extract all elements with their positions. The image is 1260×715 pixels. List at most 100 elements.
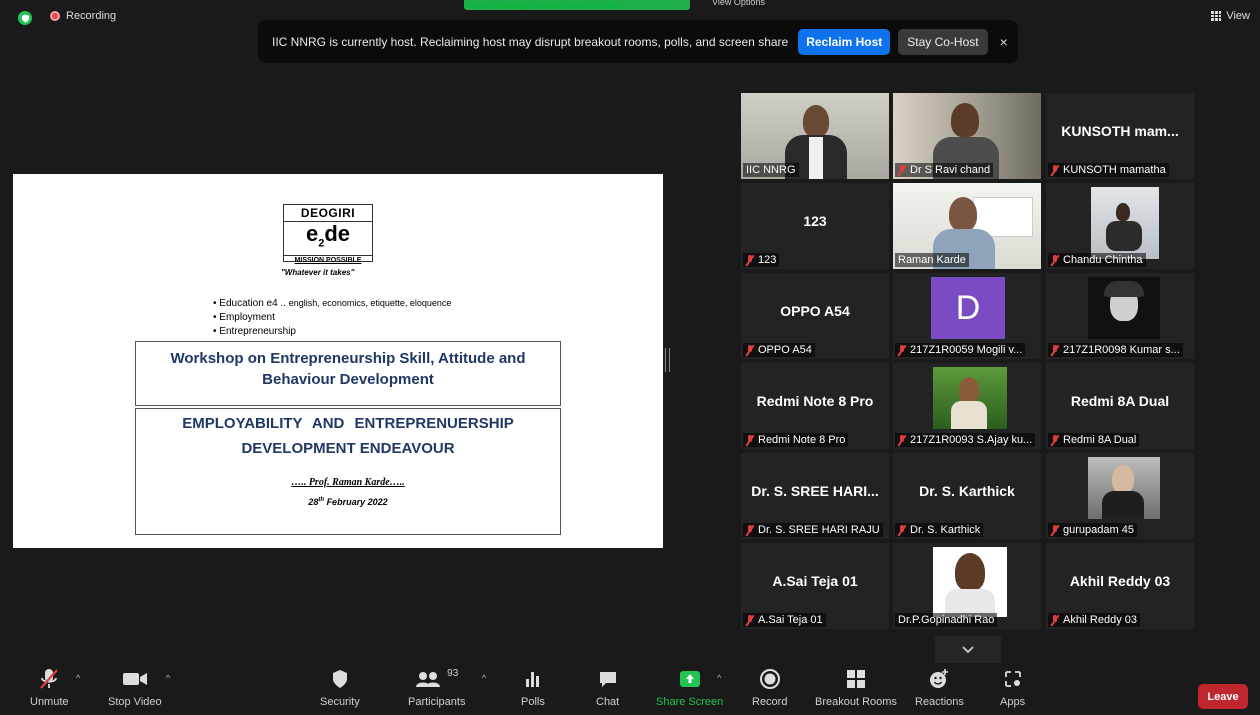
participant-display-name: A.Sai Teja 01 [772,573,858,589]
participant-tile[interactable]: IIC NNRG [741,93,889,179]
participants-button[interactable]: 93 Participants [408,667,466,709]
chevron-down-icon [962,646,974,654]
muted-mic-icon [746,344,754,356]
unmute-label: Unmute [30,696,69,708]
program-title-box: EMPLOYABILITY AND ENTREPRENUERSHIP DEVEL… [135,408,561,535]
breakout-rooms-label: Breakout Rooms [815,696,897,708]
participant-tile[interactable]: 123 123 [741,183,889,269]
participant-name-label: IIC NNRG [743,163,799,177]
reactions-label: Reactions [915,696,964,708]
muted-mic-icon [746,524,754,536]
participant-display-name: Redmi 8A Dual [1070,393,1170,409]
participant-name-label: gurupadam 45 [1048,523,1137,537]
muted-mic-icon [746,434,754,446]
participant-tile[interactable]: A.Sai Teja 01 A.Sai Teja 01 [741,543,889,629]
participant-tile[interactable]: Dr. S. Karthick Dr. S. Karthick [893,453,1041,539]
participant-name-label: Redmi Note 8 Pro [743,433,849,447]
share-screen-icon [656,667,723,691]
breakout-rooms-icon [815,667,897,691]
shared-screen-slide: DEOGIRI e2de MISSION POSSIBLE "Whatever … [13,174,663,548]
gallery-next-page-button[interactable] [935,636,1001,664]
logo-top-text: DEOGIRI [284,205,372,222]
participant-display-name: Dr. S. SREE HARI... [751,483,879,499]
slide-tagline: "Whatever it takes" [281,268,355,277]
participant-display-name: 123 [803,213,827,229]
recording-label: Recording [66,10,117,22]
recording-dot-icon [50,11,60,21]
record-label: Record [752,696,788,708]
participant-name-label: Dr. S. Karthick [895,523,984,537]
participant-tile[interactable]: D 217Z1R0059 Mogili v... [893,273,1041,359]
bullet-item: • Education e4 .. english, economics, et… [213,298,452,309]
smiley-plus-icon [915,667,964,691]
participant-name-label: 217Z1R0098 Kumar s... [1048,343,1183,357]
view-button[interactable]: View [1211,10,1250,22]
encryption-shield-icon[interactable] [18,11,32,25]
breakout-rooms-button[interactable]: Breakout Rooms [815,667,897,708]
presenter-name: ….. Prof. Raman Karde….. [291,477,405,488]
deogiri-e2de-logo: DEOGIRI e2de MISSION POSSIBLE [283,204,373,264]
participants-options-caret[interactable]: ^ [482,673,486,683]
shield-icon [320,667,360,691]
participant-name-label: Redmi 8A Dual [1048,433,1140,447]
muted-mic-icon [898,164,906,176]
participant-name-label: A.Sai Teja 01 [743,613,826,627]
muted-mic-icon [898,524,906,536]
share-options-caret[interactable]: ^ [717,673,721,683]
participant-tile[interactable]: Raman Karde [893,183,1041,269]
logo-bottom-text: MISSION POSSIBLE [284,255,372,264]
audio-options-caret[interactable]: ^ [76,673,80,683]
meeting-toolbar: Unmute ^ Stop Video ^ Security 93 Partic… [0,663,1260,715]
participants-label: Participants [408,696,466,708]
participant-tile[interactable]: KUNSOTH mam... KUNSOTH mamatha [1046,93,1194,179]
view-options-button[interactable]: View Options [712,0,765,10]
recording-indicator[interactable]: Recording [50,10,116,22]
banner-message: IIC NNRG is currently host. Reclaiming h… [272,34,789,49]
microphone-muted-icon [30,667,69,691]
participant-display-name: Akhil Reddy 03 [1069,573,1171,589]
video-options-caret[interactable]: ^ [166,673,170,683]
reactions-button[interactable]: Reactions [915,667,964,708]
participant-tile[interactable]: OPPO A54 OPPO A54 [741,273,889,359]
participant-name-label: Chandu Chintha [1048,253,1146,267]
record-icon [752,667,787,691]
participant-tile[interactable]: Dr S Ravi chand [893,93,1041,179]
muted-mic-icon [746,614,754,626]
participant-tile[interactable]: Dr. S. SREE HARI... Dr. S. SREE HARI RAJU [741,453,889,539]
unmute-button[interactable]: Unmute [30,667,69,708]
participant-name-label: Akhil Reddy 03 [1048,613,1140,627]
participant-tile[interactable]: Redmi Note 8 Pro Redmi Note 8 Pro [741,363,889,449]
split-resize-handle[interactable] [665,348,670,372]
logo-mid-text: e2de [305,221,351,250]
host-reclaim-banner: IIC NNRG is currently host. Reclaiming h… [258,20,1018,63]
security-button[interactable]: Security [320,667,360,708]
muted-mic-icon [1051,614,1059,626]
participants-icon: 93 [408,667,465,691]
grid-icon [1211,11,1222,21]
participant-name-label: 217Z1R0093 S.Ajay ku... [895,433,1036,447]
apps-button[interactable]: Apps [1000,667,1025,708]
participant-tile[interactable]: Chandu Chintha [1046,183,1194,269]
polls-label: Polls [521,696,545,708]
polls-button[interactable]: Polls [521,667,545,708]
chat-bubble-icon [596,667,619,691]
participant-tile[interactable]: Akhil Reddy 03 Akhil Reddy 03 [1046,543,1194,629]
participant-name-label: KUNSOTH mamatha [1048,163,1169,177]
muted-mic-icon [1051,254,1059,266]
participant-display-name: Dr. S. Karthick [919,483,1015,499]
record-button[interactable]: Record [752,667,787,708]
stay-cohost-button[interactable]: Stay Co-Host [898,28,988,55]
reclaim-host-button[interactable]: Reclaim Host [798,28,891,55]
stop-video-button[interactable]: Stop Video [108,667,162,708]
leave-button[interactable]: Leave [1198,684,1248,709]
muted-mic-icon [1051,434,1059,446]
share-screen-button[interactable]: Share Screen [656,667,723,708]
participant-tile[interactable]: Redmi 8A Dual Redmi 8A Dual [1046,363,1194,449]
participant-tile[interactable]: 217Z1R0098 Kumar s... [1046,273,1194,359]
video-camera-icon [108,667,162,691]
participant-tile[interactable]: 217Z1R0093 S.Ajay ku... [893,363,1041,449]
chat-button[interactable]: Chat [596,667,619,708]
participant-tile[interactable]: gurupadam 45 [1046,453,1194,539]
close-icon[interactable]: × [1000,34,1008,50]
participant-tile[interactable]: Dr.P.Gopinadhi Rao [893,543,1041,629]
